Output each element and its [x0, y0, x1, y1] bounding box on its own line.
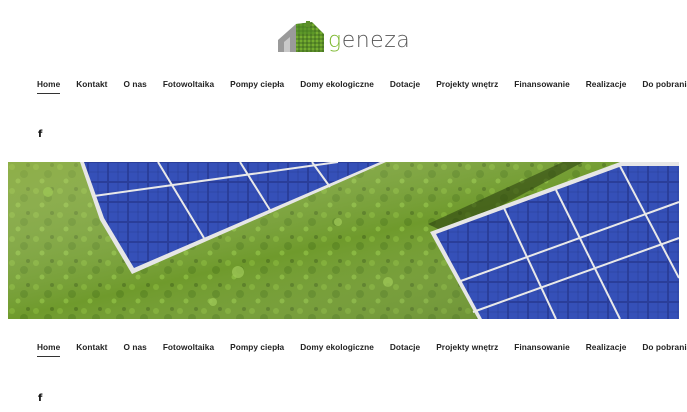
nav-dotacje[interactable]: Dotacje — [390, 79, 420, 89]
hero-image — [8, 162, 679, 319]
nav-kontakt[interactable]: Kontakt — [76, 342, 107, 352]
facebook-icon[interactable]: f — [38, 393, 46, 405]
nav-do-pobrania[interactable]: Do pobrania — [642, 79, 687, 89]
main-nav: Home Kontakt O nas Fotowoltaika Pompy ci… — [37, 76, 687, 94]
logo-wordmark: geneza — [328, 27, 411, 53]
nav-finansowanie[interactable]: Finansowanie — [514, 79, 569, 89]
nav-o-nas[interactable]: O nas — [124, 79, 147, 89]
nav-domy-ekologiczne[interactable]: Domy ekologiczne — [300, 342, 374, 352]
nav-home[interactable]: Home — [37, 342, 61, 357]
facebook-icon[interactable]: f — [38, 129, 46, 141]
site-logo[interactable]: geneza — [276, 18, 426, 58]
nav-pompy-ciepla[interactable]: Pompy ciepła — [230, 342, 284, 352]
nav-home[interactable]: Home — [37, 79, 61, 94]
nav-do-pobrania[interactable]: Do pobrania — [642, 342, 687, 352]
nav-domy-ekologiczne[interactable]: Domy ekologiczne — [300, 79, 374, 89]
nav-dotacje[interactable]: Dotacje — [390, 342, 420, 352]
house-grass-icon — [276, 20, 326, 56]
nav-o-nas[interactable]: O nas — [124, 342, 147, 352]
nav-pompy-ciepla[interactable]: Pompy ciepła — [230, 79, 284, 89]
nav-finansowanie[interactable]: Finansowanie — [514, 342, 569, 352]
nav-realizacje[interactable]: Realizacje — [586, 79, 627, 89]
nav-fotowoltaika[interactable]: Fotowoltaika — [163, 342, 214, 352]
nav-projekty-wnetrz[interactable]: Projekty wnętrz — [436, 79, 498, 89]
nav-fotowoltaika[interactable]: Fotowoltaika — [163, 79, 214, 89]
nav-kontakt[interactable]: Kontakt — [76, 79, 107, 89]
nav-realizacje[interactable]: Realizacje — [586, 342, 627, 352]
nav-projekty-wnetrz[interactable]: Projekty wnętrz — [436, 342, 498, 352]
footer-nav: Home Kontakt O nas Fotowoltaika Pompy ci… — [37, 339, 687, 357]
